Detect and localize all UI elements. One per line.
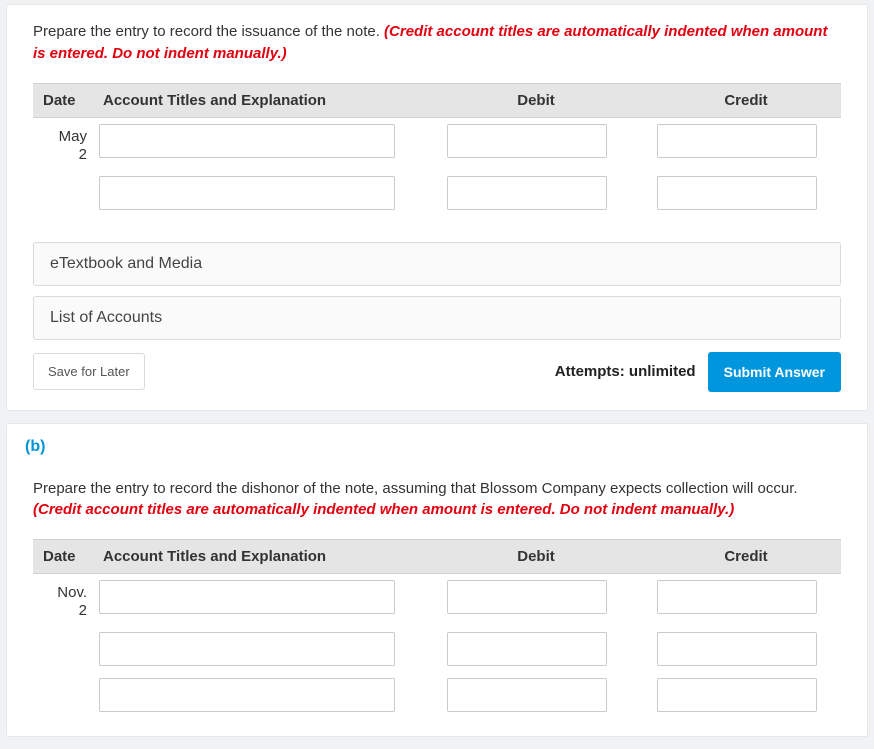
debit-input[interactable] <box>447 678 607 712</box>
debit-input[interactable] <box>447 580 607 614</box>
credit-input[interactable] <box>657 580 817 614</box>
col-header-acct: Account Titles and Explanation <box>93 540 421 574</box>
col-header-debit: Debit <box>441 540 631 574</box>
journal-row <box>33 672 841 718</box>
instruction-text: Prepare the entry to record the dishonor… <box>33 480 798 497</box>
journal-row <box>33 626 841 672</box>
instruction-red: (Credit account titles are automatically… <box>33 501 734 518</box>
journal-table-b: Date Account Titles and Explanation Debi… <box>33 539 841 718</box>
instruction-b: Prepare the entry to record the dishonor… <box>33 478 841 522</box>
account-title-input[interactable] <box>99 124 395 158</box>
attempts-label: Attempts: unlimited <box>555 363 696 380</box>
account-title-input[interactable] <box>99 678 395 712</box>
entry-date: May 2 <box>33 117 93 170</box>
list-of-accounts-toggle[interactable]: List of Accounts <box>33 296 841 340</box>
part-label: (b) <box>7 424 867 462</box>
account-title-input[interactable] <box>99 176 395 210</box>
credit-input[interactable] <box>657 632 817 666</box>
col-header-debit: Debit <box>441 83 631 117</box>
debit-input[interactable] <box>447 176 607 210</box>
credit-input[interactable] <box>657 678 817 712</box>
credit-input[interactable] <box>657 124 817 158</box>
journal-row: May 2 <box>33 117 841 170</box>
journal-table-a: Date Account Titles and Explanation Debi… <box>33 83 841 216</box>
col-header-acct: Account Titles and Explanation <box>93 83 421 117</box>
credit-input[interactable] <box>657 176 817 210</box>
journal-row <box>33 170 841 216</box>
journal-row: Nov. 2 <box>33 574 841 627</box>
submit-answer-button[interactable]: Submit Answer <box>708 352 841 392</box>
col-header-date: Date <box>33 83 93 117</box>
etextbook-media-toggle[interactable]: eTextbook and Media <box>33 242 841 286</box>
save-for-later-button[interactable]: Save for Later <box>33 353 145 390</box>
question-part-a: Prepare the entry to record the issuance… <box>6 4 868 411</box>
footer-row: Save for Later Attempts: unlimited Submi… <box>33 352 841 392</box>
debit-input[interactable] <box>447 124 607 158</box>
col-header-date: Date <box>33 540 93 574</box>
account-title-input[interactable] <box>99 580 395 614</box>
col-header-credit: Credit <box>651 83 841 117</box>
debit-input[interactable] <box>447 632 607 666</box>
instruction-text: Prepare the entry to record the issuance… <box>33 23 384 40</box>
account-title-input[interactable] <box>99 632 395 666</box>
resources-accordion: eTextbook and Media List of Accounts <box>33 242 841 340</box>
entry-date: Nov. 2 <box>33 574 93 627</box>
col-header-credit: Credit <box>651 540 841 574</box>
instruction-a: Prepare the entry to record the issuance… <box>33 21 841 65</box>
question-part-b: (b) Prepare the entry to record the dish… <box>6 423 868 738</box>
